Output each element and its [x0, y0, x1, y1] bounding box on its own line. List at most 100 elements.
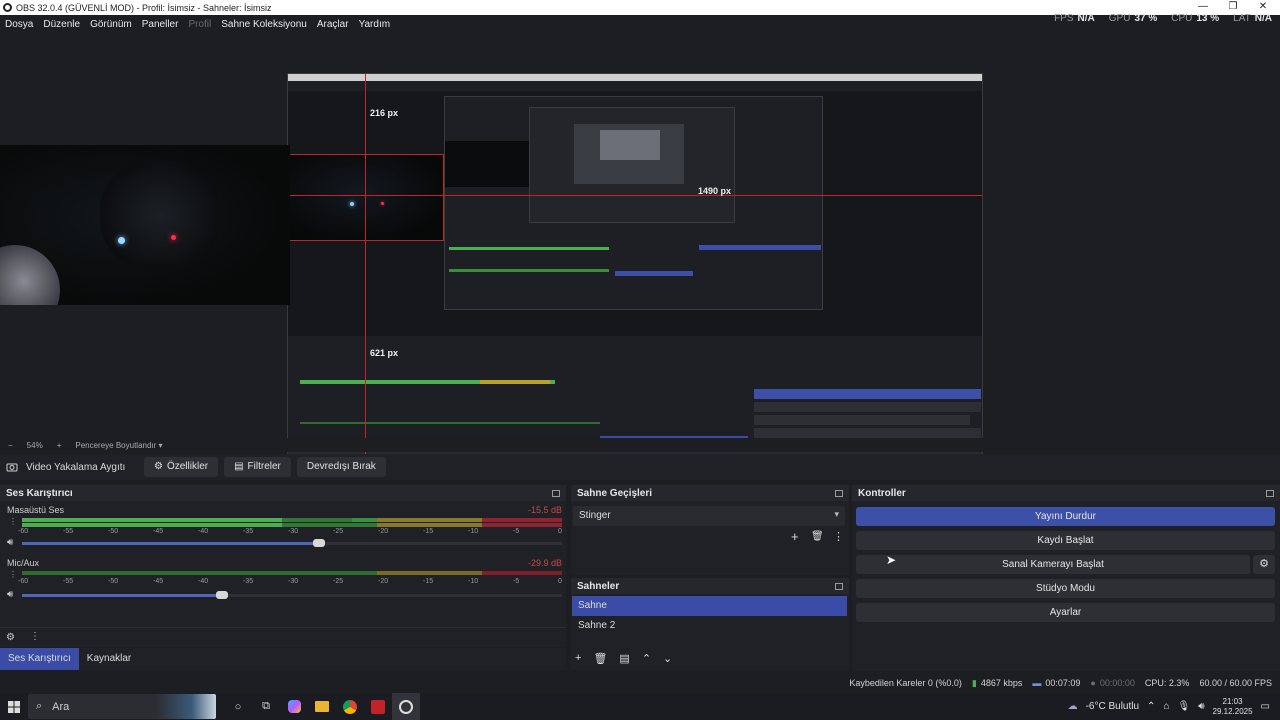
- mixer-footer: ⚙ ⋮: [0, 627, 566, 647]
- task-view-icon[interactable]: ⧉: [252, 693, 280, 720]
- windows-taskbar: ⌕ Ara ○ ⧉ ☁ -6°C Bulutlu ⌃ ⌂ 🎙︎ 🔊︎ 21:03…: [0, 693, 1280, 720]
- scene-filters-icon[interactable]: ▤: [619, 652, 629, 665]
- file-explorer-icon[interactable]: [308, 693, 336, 720]
- scale-tick-label: -50: [108, 578, 119, 585]
- chrome-icon[interactable]: [336, 693, 364, 720]
- virtualcam-settings-gear-icon[interactable]: ⚙: [1253, 555, 1275, 574]
- menu-edit[interactable]: Düzenle: [38, 19, 85, 30]
- taskbar-search[interactable]: ⌕ Ara: [28, 694, 216, 719]
- trash-icon[interactable]: 🗑︎: [811, 531, 824, 542]
- selected-source: Video Yakalama Aygıtı: [6, 462, 144, 473]
- guide-box-bottom: [288, 240, 444, 241]
- app-red-icon[interactable]: [364, 693, 392, 720]
- weather-text[interactable]: -6°C Bulutlu: [1086, 701, 1139, 712]
- scene-item[interactable]: Sahne: [572, 596, 847, 616]
- advanced-audio-icon[interactable]: ⚙: [6, 632, 15, 643]
- scale-tick-label: -5: [513, 528, 520, 535]
- measure-label-bottom: 621 px: [370, 348, 399, 358]
- menu-help[interactable]: Yardım: [354, 19, 396, 30]
- menu-tools[interactable]: Araçlar: [312, 19, 354, 30]
- add-scene-icon[interactable]: +: [575, 652, 581, 665]
- deactivate-button[interactable]: Devredışı Bırak: [296, 457, 386, 477]
- microphone-icon[interactable]: 🎙︎: [1177, 701, 1190, 712]
- obs-logo-icon: [3, 3, 12, 12]
- menu-file[interactable]: Dosya: [0, 19, 38, 30]
- kebab-menu-icon[interactable]: ⋮: [9, 517, 17, 526]
- move-up-icon[interactable]: ⌃: [642, 652, 651, 665]
- volume-meter-desktop-r: [22, 523, 562, 527]
- clock[interactable]: 21:03 29.12.2025: [1213, 697, 1253, 717]
- move-down-icon[interactable]: ⌄: [663, 652, 672, 665]
- scene-transitions-dock: Sahne Geçişleri Stinger ▾ + 🗑︎ ⋮: [571, 485, 849, 575]
- cpu-stat: CPU 13 %: [1171, 13, 1220, 24]
- chevron-up-icon[interactable]: ⌃: [1147, 701, 1155, 712]
- scale-tick-label: -40: [198, 528, 209, 535]
- stream-timer: ▬ 00:07:09: [1032, 678, 1081, 688]
- nested-obs-window: [444, 96, 823, 310]
- scale-tick-label: -20: [378, 528, 389, 535]
- tab-sources[interactable]: Kaynaklar: [79, 648, 139, 670]
- scenes-title: Sahneler: [577, 580, 620, 592]
- scale-tick-label: -30: [288, 528, 299, 535]
- dock-tab-bar: Ses Karıştırıcı Kaynaklar: [0, 648, 566, 670]
- filter-icon: ▤: [234, 461, 244, 472]
- start-record-button[interactable]: Kaydı Başlat: [856, 531, 1275, 550]
- fps-status: 60.00 / 60.00 FPS: [1199, 678, 1272, 688]
- notification-icon[interactable]: ▭: [1261, 701, 1270, 712]
- preview-area[interactable]: 216 px 1490 px 621 px: [0, 33, 1280, 465]
- dropped-frames: Kaybedilen Kareler 0 (%0.0): [849, 678, 962, 688]
- scenes-header: Sahneler: [571, 578, 849, 594]
- scale-tick-label: -35: [243, 578, 254, 585]
- obs-taskbar-icon[interactable]: [392, 693, 420, 720]
- tab-audio-mixer[interactable]: Ses Karıştırıcı: [0, 648, 79, 670]
- start-virtualcam-button[interactable]: Sanal Kamerayı Başlat: [856, 555, 1250, 574]
- menu-docks[interactable]: Paneller: [137, 19, 184, 30]
- speaker-icon[interactable]: 🔊︎: [7, 537, 13, 548]
- settings-button[interactable]: Ayarlar: [856, 603, 1275, 622]
- measure-label-top: 216 px: [370, 108, 399, 118]
- task-view-circle-icon[interactable]: ○: [224, 693, 252, 720]
- chevron-down-icon: ▾: [834, 509, 839, 519]
- undock-icon[interactable]: [835, 489, 843, 497]
- add-icon[interactable]: +: [791, 529, 799, 544]
- menu-profile[interactable]: Profil: [183, 19, 216, 30]
- volume-slider-mic[interactable]: [22, 591, 562, 599]
- menu-scene-collection[interactable]: Sahne Koleksiyonu: [216, 19, 312, 30]
- undock-icon[interactable]: [1266, 489, 1274, 497]
- scale-tick-label: -55: [63, 528, 74, 535]
- zoom-mode-select[interactable]: Pencereye Boyutlandır ▾: [75, 441, 162, 450]
- guide-horizontal: [288, 195, 982, 196]
- scene-item[interactable]: Sahne 2: [572, 616, 847, 636]
- stream-icon: ▬: [1032, 678, 1042, 688]
- filters-button[interactable]: ▤ Filtreler: [224, 457, 291, 477]
- transition-select[interactable]: Stinger ▾: [573, 506, 845, 526]
- stop-stream-button[interactable]: Yayını Durdur: [856, 507, 1275, 526]
- transitions-title: Sahne Geçişleri: [577, 487, 653, 499]
- gear-icon: ⚙: [154, 461, 163, 472]
- undock-icon[interactable]: [552, 489, 560, 497]
- webcam-source[interactable]: [0, 145, 290, 305]
- start-button[interactable]: [0, 693, 28, 720]
- volume-slider-desktop[interactable]: [22, 539, 562, 547]
- menu-view[interactable]: Görünüm: [85, 19, 137, 30]
- mixer-menu-icon[interactable]: ⋮: [30, 631, 40, 642]
- remove-scene-icon[interactable]: 🗑︎: [593, 652, 607, 665]
- scale-tick-label: -25: [333, 528, 344, 535]
- zoom-out-button[interactable]: −: [8, 441, 13, 450]
- undock-icon[interactable]: [835, 582, 843, 590]
- copilot-icon[interactable]: [280, 693, 308, 720]
- transition-menu-icon[interactable]: ⋮: [833, 530, 844, 543]
- network-icon[interactable]: ⌂: [1163, 701, 1169, 712]
- zoom-in-button[interactable]: +: [57, 441, 62, 450]
- guide-box-right: [443, 154, 444, 241]
- studio-mode-button[interactable]: Stüdyo Modu: [856, 579, 1275, 598]
- kebab-menu-icon[interactable]: ⋮: [9, 570, 17, 579]
- speaker-icon[interactable]: 🔊︎: [7, 589, 13, 600]
- properties-button[interactable]: ⚙ Özellikler: [144, 457, 219, 477]
- scale-tick-label: -55: [63, 578, 74, 585]
- scale-tick-label: -40: [198, 578, 209, 585]
- display-capture-source[interactable]: 216 px 1490 px 621 px: [287, 73, 983, 465]
- scale-tick-label: -50: [108, 528, 119, 535]
- volume-icon[interactable]: 🔊︎: [1198, 701, 1204, 712]
- scale-tick-label: -30: [288, 578, 299, 585]
